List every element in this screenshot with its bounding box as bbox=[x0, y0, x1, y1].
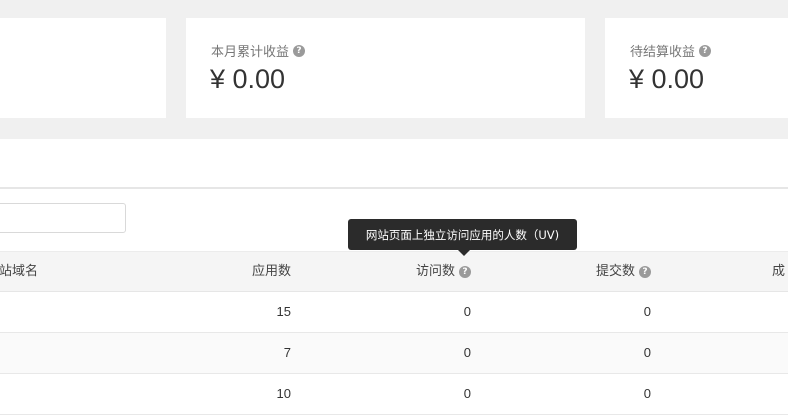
panel-divider bbox=[0, 187, 788, 189]
month-earnings-label: 本月累计收益 bbox=[211, 45, 290, 60]
cell-apps: 15 bbox=[276, 304, 291, 319]
cell-apps: 10 bbox=[276, 386, 291, 401]
summary-card-partial bbox=[0, 18, 166, 118]
pending-earnings-value: ¥ 0.00 bbox=[629, 64, 705, 94]
table-header: 站域名 应用数 访问数 ? 提交数 ? 成 bbox=[0, 251, 788, 292]
search-input[interactable] bbox=[0, 203, 126, 233]
cell-submissions: 0 bbox=[643, 345, 651, 360]
cell-apps: 7 bbox=[283, 345, 291, 360]
summary-card-pending-earnings: 待结算收益 ? ¥ 0.00 bbox=[605, 18, 788, 118]
cell-visits: 0 bbox=[463, 304, 471, 319]
table-row[interactable]: 10 0 0 bbox=[0, 374, 788, 415]
help-icon[interactable]: ? bbox=[293, 44, 306, 57]
cell-submissions: 0 bbox=[643, 386, 651, 401]
month-earnings-label-wrap: 本月累计收益 ? bbox=[211, 41, 306, 60]
help-icon[interactable]: ? bbox=[699, 44, 712, 57]
month-earnings-value: ¥ 0.00 bbox=[210, 64, 286, 94]
column-header-success: 成 bbox=[772, 264, 786, 279]
column-header-visits: 访问数 bbox=[415, 264, 455, 279]
pending-earnings-label: 待结算收益 bbox=[630, 45, 696, 60]
column-header-submissions: 提交数 bbox=[595, 264, 635, 279]
column-header-apps: 应用数 bbox=[251, 264, 291, 279]
visits-tooltip: 网站页面上独立访问应用的人数（UV) bbox=[348, 219, 577, 250]
column-header-submissions-wrap: 提交数 ? bbox=[596, 264, 651, 280]
table-row[interactable]: 15 0 0 bbox=[0, 292, 788, 333]
table-row[interactable]: 7 0 0 bbox=[0, 333, 788, 374]
visits-tooltip-text: 网站页面上独立访问应用的人数（UV) bbox=[365, 227, 560, 242]
help-icon[interactable]: ? bbox=[459, 266, 471, 278]
site-list-panel: 站域名 应用数 访问数 ? 提交数 ? 成 15 0 0 7 0 0 10 0 … bbox=[0, 139, 788, 415]
summary-card-month-earnings: 本月累计收益 ? ¥ 0.00 bbox=[186, 18, 585, 118]
cell-visits: 0 bbox=[463, 386, 471, 401]
help-icon[interactable]: ? bbox=[639, 266, 651, 278]
pending-earnings-label-wrap: 待结算收益 ? bbox=[630, 41, 712, 60]
tooltip-arrow bbox=[458, 250, 470, 256]
cell-visits: 0 bbox=[463, 345, 471, 360]
column-header-domain: 站域名 bbox=[0, 264, 39, 279]
column-header-visits-wrap: 访问数 ? bbox=[416, 264, 471, 280]
cell-submissions: 0 bbox=[643, 304, 651, 319]
